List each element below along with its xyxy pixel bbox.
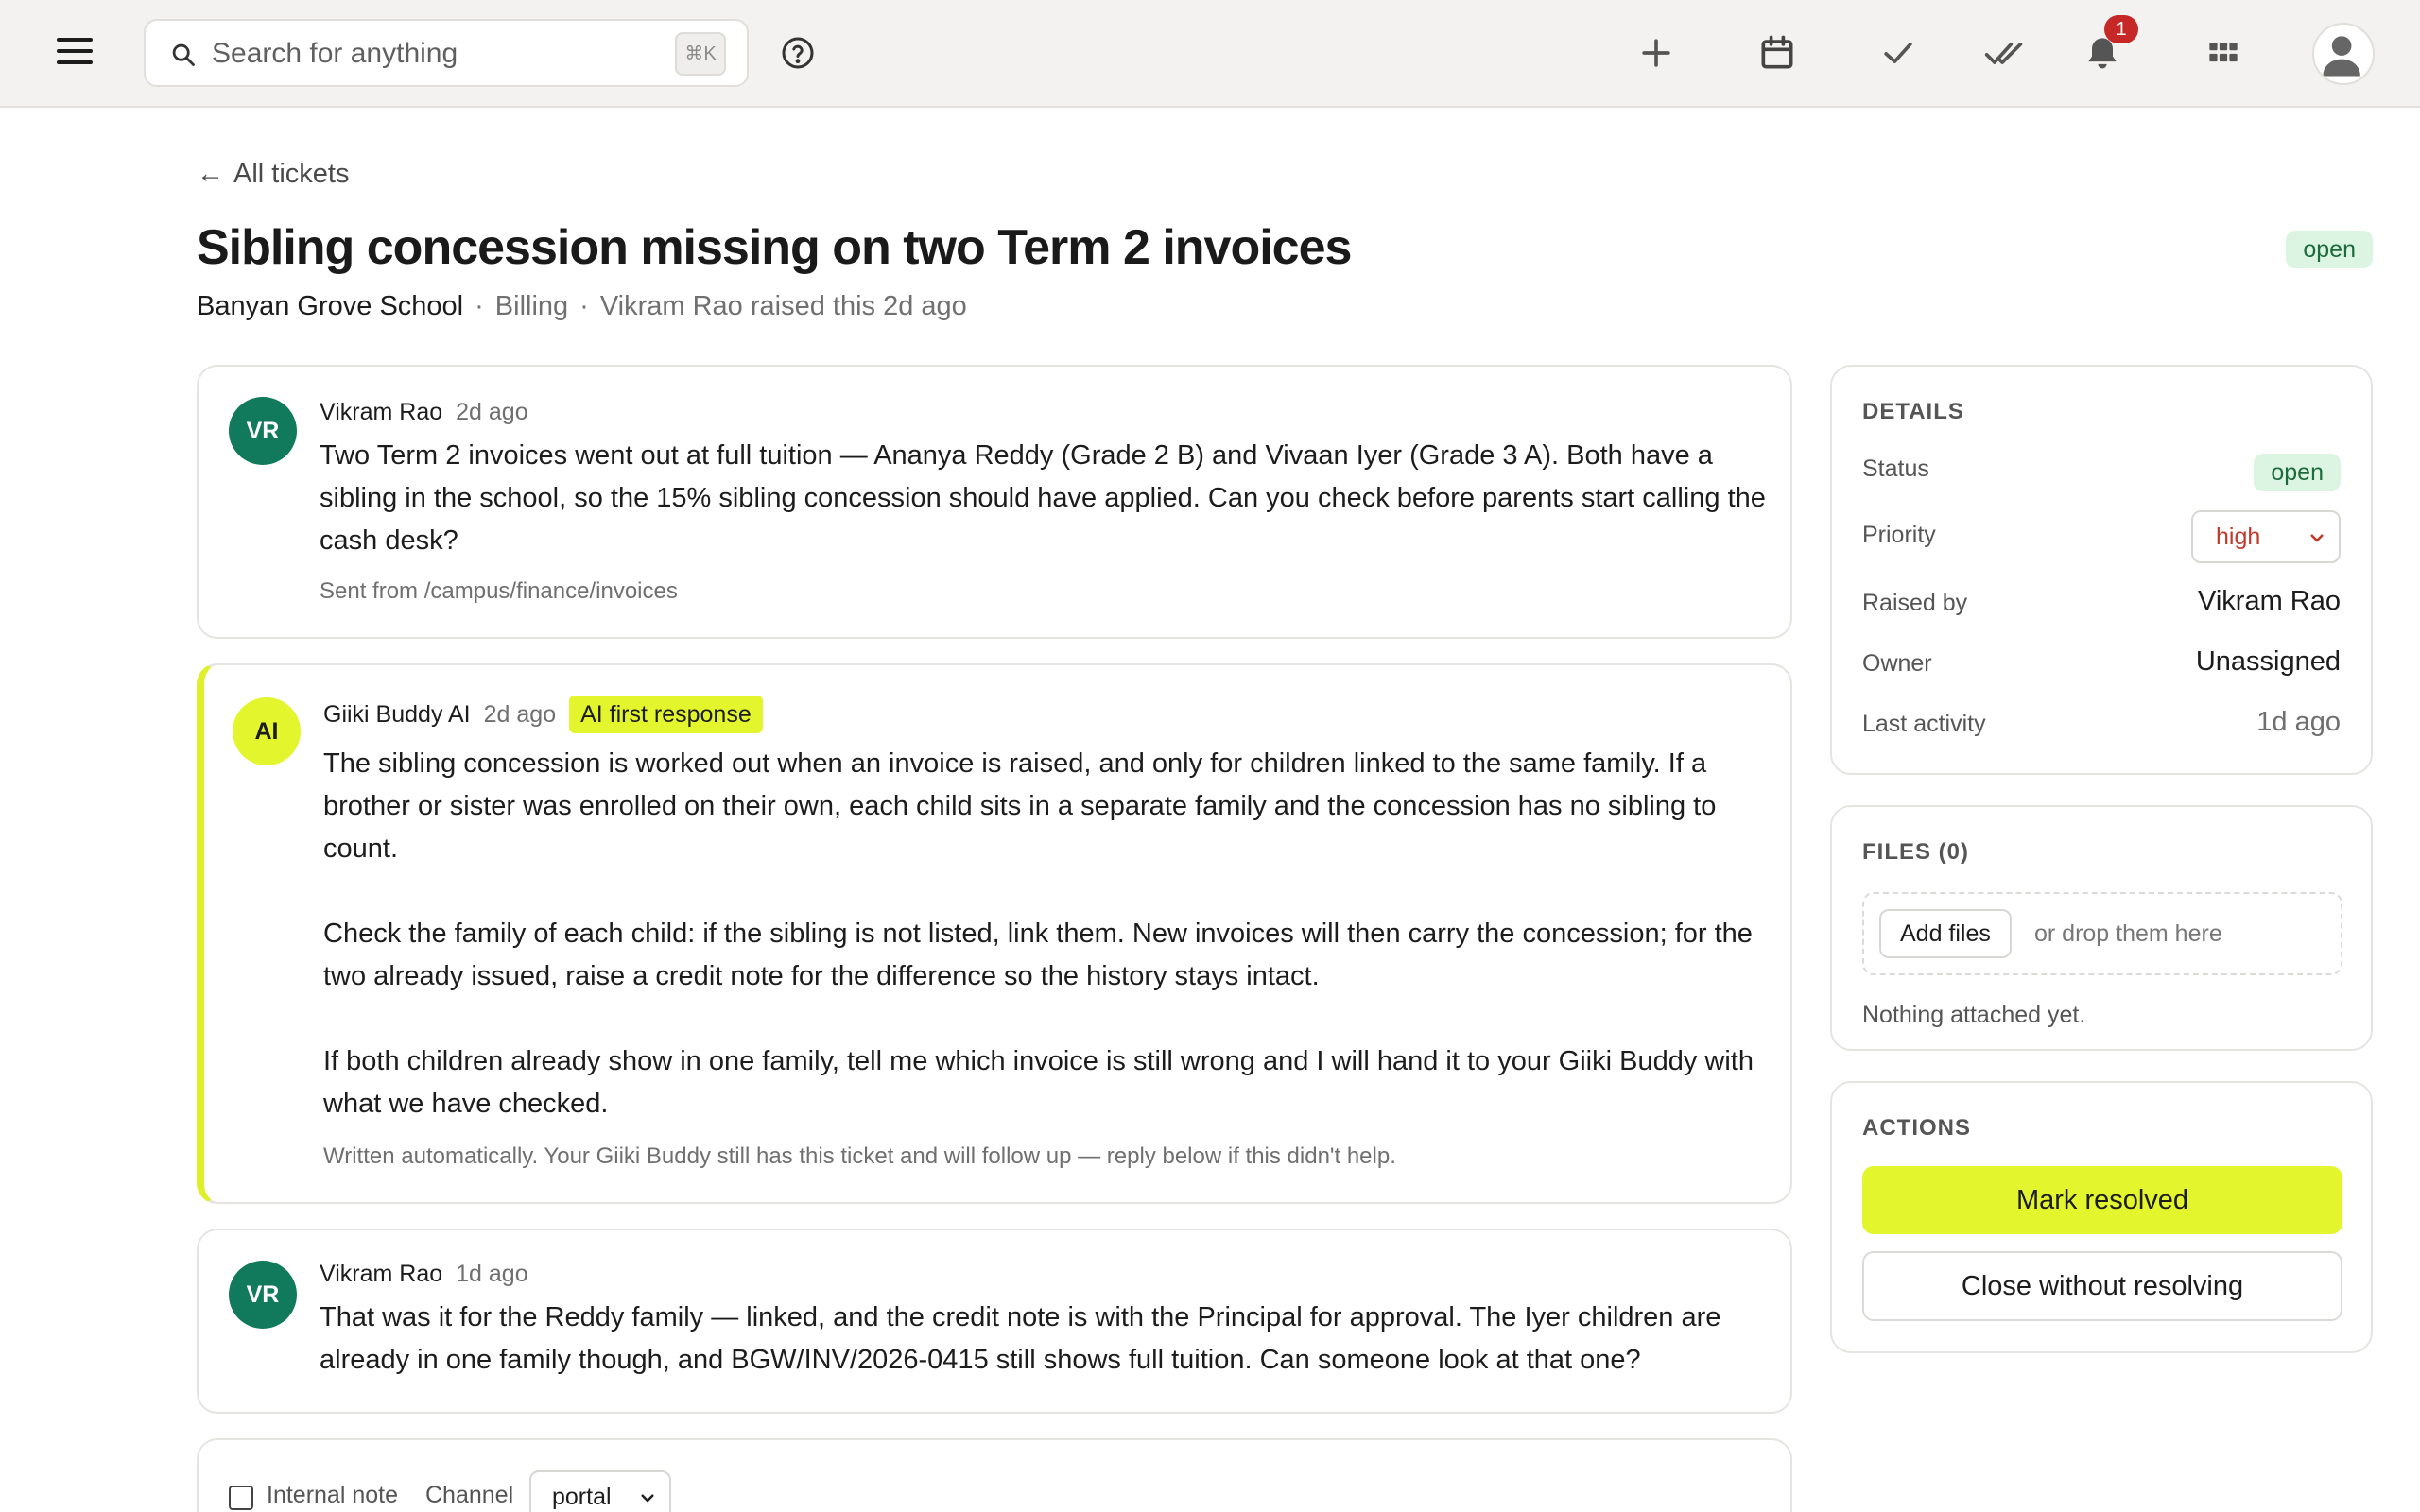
actions-title: ACTIONS — [1862, 1115, 1971, 1141]
message-body: The sibling concession is worked out whe… — [323, 743, 1779, 1125]
channel-select[interactable]: portal — [529, 1470, 671, 1512]
chevron-down-icon — [641, 1494, 654, 1503]
message-body: Two Term 2 invoices went out at full tui… — [320, 440, 1766, 556]
message-card: VR Vikram Rao 1d ago That was it for the … — [197, 1228, 1792, 1414]
ai-response-chip: AI first response — [569, 696, 763, 733]
message-time: 2d ago — [483, 701, 557, 728]
status-value: open — [2254, 454, 2341, 491]
double-check-icon[interactable] — [1983, 32, 2025, 74]
last-activity-label: Last activity — [1862, 711, 1986, 737]
help-icon[interactable] — [781, 36, 815, 70]
details-panel: DETAILS Status open Priority high Raised… — [1830, 365, 2373, 775]
priority-select[interactable]: high — [2191, 510, 2341, 563]
status-badge: open — [2286, 231, 2373, 268]
actions-panel: ACTIONS Mark resolved Close without reso… — [1830, 1081, 2373, 1353]
user-avatar[interactable] — [2312, 23, 2375, 85]
ticket-meta: Banyan Grove School · Billing · Vikram Rao r… — [197, 291, 967, 322]
author-avatar: VR — [229, 397, 297, 465]
owner-label: Owner — [1862, 650, 1932, 677]
ai-message-card: AI Giiki Buddy AI 2d ago AI first response… — [197, 663, 1792, 1204]
internal-note-checkbox[interactable] — [229, 1486, 253, 1510]
file-dropzone[interactable]: Add files or drop them here — [1862, 892, 2342, 975]
add-files-button[interactable]: Add files — [1879, 909, 2012, 958]
raised-by-value: Vikram Rao — [2198, 586, 2341, 616]
search-box[interactable]: ⌘K — [144, 19, 749, 87]
page-title: Sibling concession missing on two Term 2… — [197, 220, 1352, 275]
close-without-resolving-button[interactable]: Close without resolving — [1862, 1251, 2342, 1321]
check-icon[interactable] — [1877, 32, 1919, 74]
files-panel: FILES (0) Add files or drop them here No… — [1830, 805, 2373, 1051]
message-time: 2d ago — [456, 399, 528, 425]
school-name: Banyan Grove School — [197, 291, 464, 321]
internal-note-label: Internal note — [267, 1482, 398, 1508]
author-name: Giiki Buddy AI — [323, 701, 471, 728]
message-header: Vikram Rao 1d ago — [320, 1261, 528, 1288]
message-header: Giiki Buddy AI 2d ago AI first response — [323, 696, 763, 733]
search-input[interactable] — [212, 30, 666, 77]
reply-composer: Internal note Channel portal — [197, 1438, 1792, 1512]
raised-by-label: Raised by — [1862, 590, 1968, 616]
message-paragraph: The sibling concession is worked out whe… — [323, 748, 1717, 864]
status-label: Status — [1862, 455, 1929, 482]
mark-resolved-button[interactable]: Mark resolved — [1862, 1166, 2342, 1234]
message-footer: Sent from /campus/finance/invoices — [320, 578, 678, 604]
message-footer: Written automatically. Your Giiki Buddy … — [323, 1143, 1396, 1169]
user-icon — [2323, 36, 2360, 77]
owner-value: Unassigned — [2195, 646, 2341, 677]
priority-value: high — [2216, 524, 2261, 550]
top-bar: ⌘K 1 — [0, 0, 2420, 108]
plus-icon[interactable] — [1635, 32, 1677, 74]
files-empty-text: Nothing attached yet. — [1862, 1002, 2086, 1028]
calendar-icon[interactable] — [1756, 32, 1798, 74]
ticket-category: Billing — [494, 291, 569, 321]
last-activity-value: 1d ago — [2256, 707, 2341, 737]
message-paragraph: If both children already show in one fam… — [323, 1046, 1754, 1119]
ai-avatar: AI — [233, 697, 301, 765]
menu-icon[interactable] — [57, 38, 95, 68]
back-link[interactable]: ← All tickets — [197, 159, 349, 190]
search-icon — [172, 43, 195, 66]
chevron-down-icon — [2310, 534, 2324, 542]
channel-value: portal — [552, 1484, 612, 1510]
author-name: Vikram Rao — [320, 1261, 443, 1287]
message-header: Vikram Rao 2d ago — [320, 399, 528, 426]
message-time: 1d ago — [456, 1261, 528, 1287]
search-shortcut-hint: ⌘K — [675, 32, 726, 76]
author-avatar: VR — [229, 1261, 297, 1329]
separator: · — [579, 291, 589, 321]
author-name: Vikram Rao — [320, 399, 443, 425]
arrow-left-icon: ← — [197, 159, 224, 189]
files-title: FILES (0) — [1862, 839, 1970, 865]
message-paragraph: Check the family of each child: if the s… — [323, 919, 1753, 991]
separator: · — [475, 291, 484, 321]
raised-info: Vikram Rao raised this 2d ago — [599, 291, 967, 321]
details-title: DETAILS — [1862, 399, 1964, 424]
channel-label: Channel — [425, 1482, 514, 1508]
drop-hint: or drop them here — [2034, 920, 2222, 947]
message-body: That was it for the Reddy family — linke… — [320, 1302, 1721, 1375]
notification-badge: 1 — [2104, 15, 2138, 43]
back-link-label: All tickets — [233, 159, 350, 189]
message-card: VR Vikram Rao 2d ago Two Term 2 invoices … — [197, 365, 1792, 639]
priority-label: Priority — [1862, 522, 1936, 548]
apps-grid-icon[interactable] — [2203, 32, 2244, 74]
